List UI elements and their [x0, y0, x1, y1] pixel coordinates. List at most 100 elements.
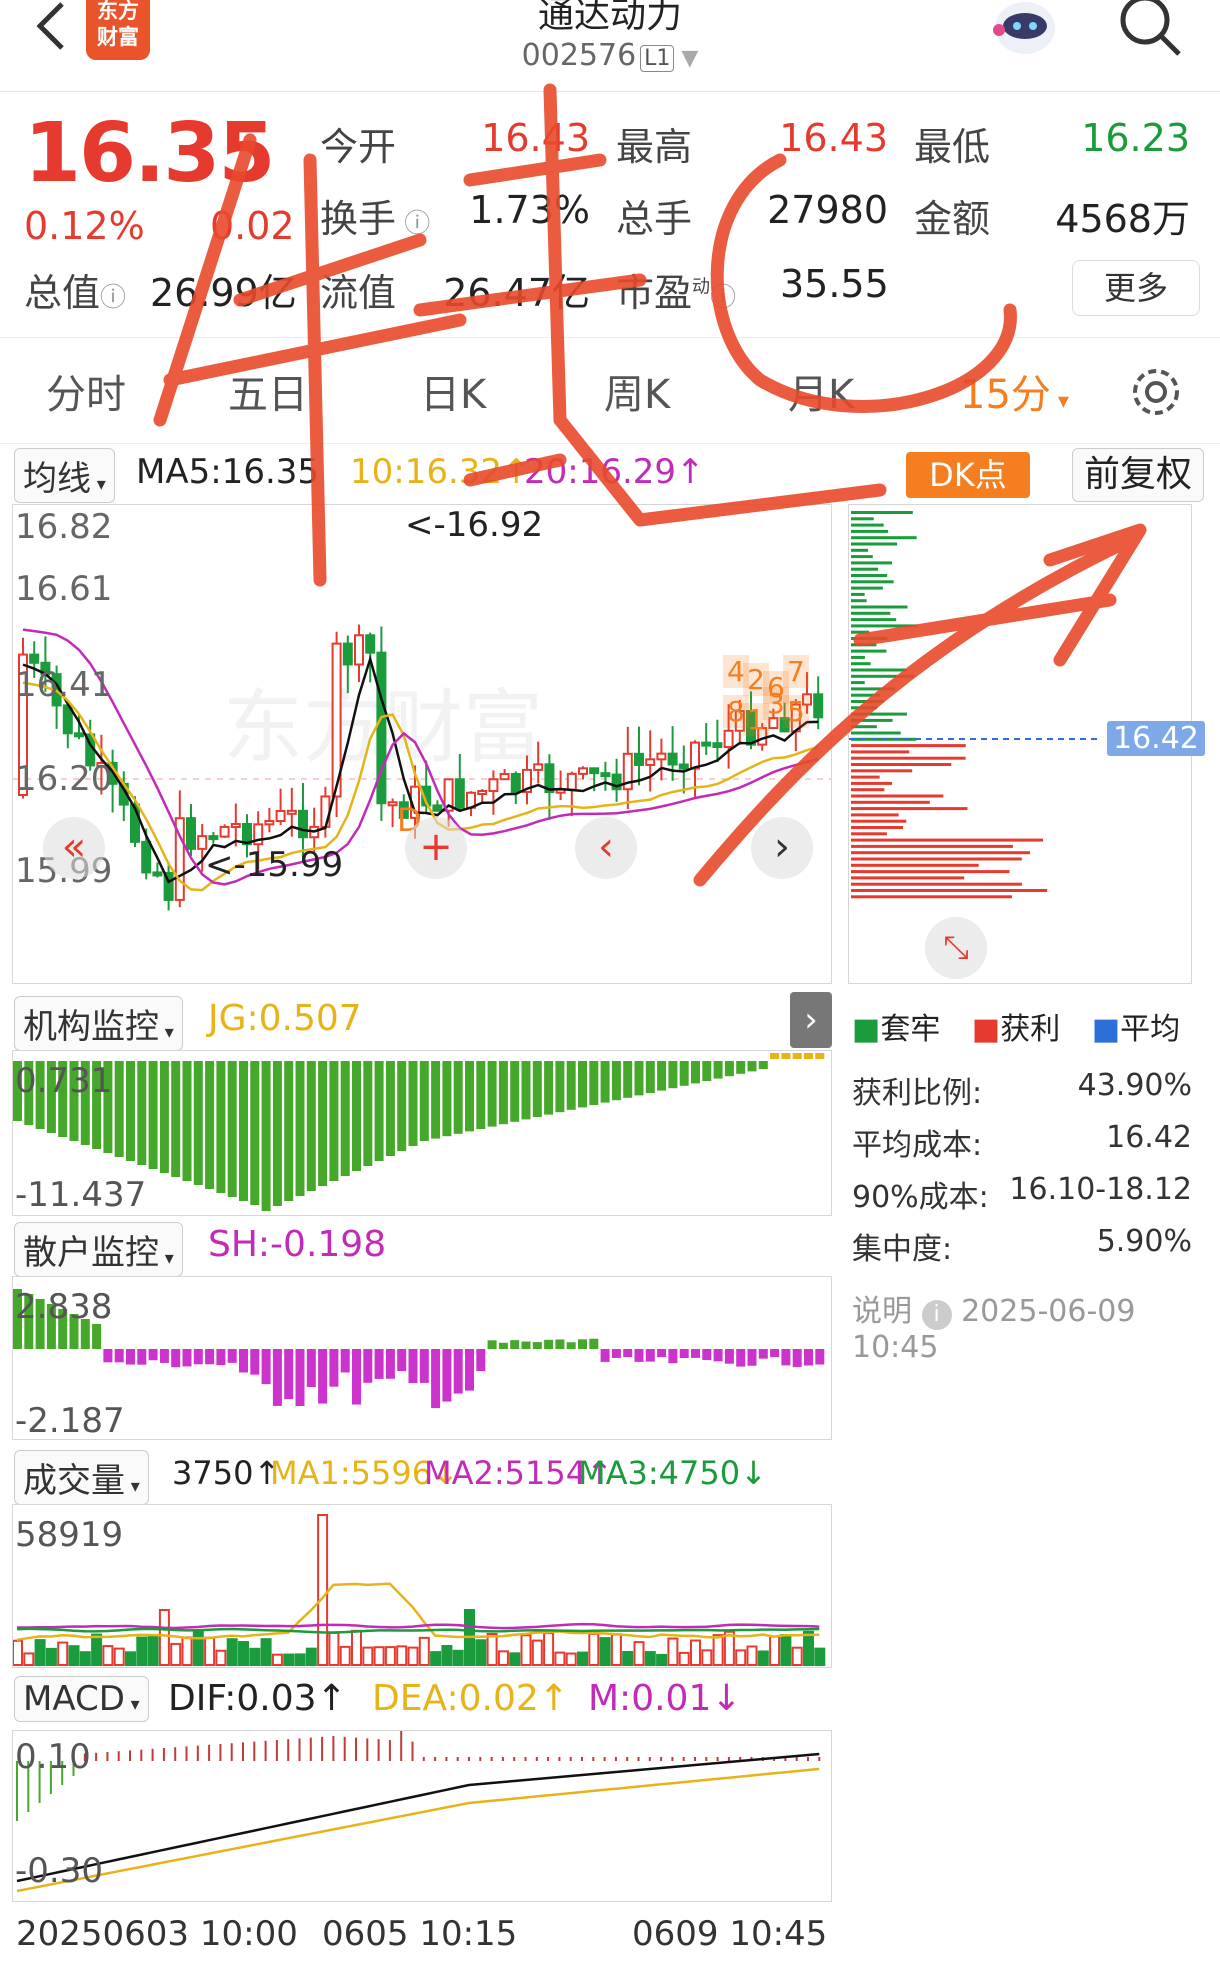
sh-bar: [408, 1349, 418, 1384]
high-label: 最高: [616, 125, 693, 169]
sh-bar: [103, 1349, 113, 1363]
sh-bar: [227, 1349, 237, 1363]
chip-bar: [851, 555, 873, 559]
sh-bar: [272, 1349, 282, 1406]
volume-bar: [12, 1639, 23, 1667]
sh-bar: [284, 1349, 294, 1400]
tab-intraday[interactable]: 分时: [46, 362, 126, 420]
legend-avg: ■平均: [1091, 1012, 1181, 1047]
chip-bar: [851, 561, 893, 565]
jg-selector[interactable]: 机构监控 ▾: [14, 996, 183, 1051]
jg-bar: [159, 1061, 169, 1173]
candle-body: [645, 758, 656, 766]
volume-bar: [339, 1645, 351, 1666]
next-icon[interactable]: ›: [751, 817, 813, 879]
candle-body: [354, 634, 364, 666]
more-button[interactable]: 更多: [1072, 260, 1200, 316]
candle-body: [74, 732, 84, 738]
jg-bar: [442, 1061, 452, 1137]
candle-body: [678, 763, 689, 770]
vol-svg: [12, 1514, 826, 1667]
candle-body: [499, 772, 510, 781]
volume-bar: [328, 1631, 340, 1666]
jg-axis-bottom: -11.437: [15, 1175, 147, 1215]
signal-marker: 7: [783, 655, 809, 688]
chip-bar: [851, 863, 979, 867]
tab-daily-k[interactable]: 日K: [420, 362, 486, 420]
volume-bar: [45, 1647, 57, 1666]
chip-bar: [851, 756, 966, 760]
jg-bar: [295, 1061, 305, 1196]
min-marker: <-15.99: [205, 845, 344, 885]
stat-90-cost: 90%成本: 16.10-18.12: [852, 1172, 1192, 1215]
expand-icon[interactable]: ⤡: [925, 917, 987, 979]
tab-weekly-k[interactable]: 周K: [604, 362, 670, 420]
sh-selector[interactable]: 散户监控 ▾: [14, 1222, 183, 1277]
macd-m: M:0.01↓: [588, 1678, 742, 1719]
sh-bar: [182, 1349, 192, 1367]
assistant-robot-icon[interactable]: [985, 0, 1065, 64]
change-amount: 0.02: [210, 204, 295, 248]
jg-bar: [566, 1061, 576, 1110]
info-icon: i: [921, 1300, 952, 1330]
search-icon[interactable]: [1115, 0, 1185, 60]
ma20-value: 20:16.29↑: [524, 452, 705, 492]
candle-body: [342, 642, 353, 666]
amount-value: 4568万: [1055, 197, 1190, 241]
chip-bar: [851, 605, 908, 609]
volume-bar: [644, 1651, 656, 1666]
sh-bar: [193, 1349, 203, 1365]
candle-body: [208, 835, 219, 841]
jg-bar: [792, 1053, 802, 1059]
sh-bar: [487, 1340, 497, 1349]
stat-avg-cost: 平均成本: 16.42: [852, 1120, 1192, 1163]
expand-right-icon[interactable]: ›: [790, 992, 832, 1048]
volume-bar: [57, 1641, 69, 1666]
chip-bar: [851, 668, 907, 672]
vol-selector[interactable]: 成交量 ▾: [14, 1450, 149, 1505]
candle-body: [387, 801, 398, 807]
info-icon[interactable]: ⓘ: [396, 209, 430, 239]
volume-bar: [23, 1652, 35, 1667]
tab-15min[interactable]: 15分 ▾: [960, 362, 1069, 420]
candle-body: [712, 742, 723, 749]
macd-axis-bottom: -0.30: [15, 1851, 103, 1891]
info-icon[interactable]: ⓘ: [710, 283, 736, 313]
adjust-button[interactable]: 前复权: [1072, 448, 1204, 502]
volume-bar: [204, 1636, 216, 1667]
candlestick-chart[interactable]: 东方财富 16.82 16.61 16.41 16.20 15.99 <-16.…: [12, 504, 832, 984]
sh-bar: [770, 1349, 780, 1358]
chip-bar: [851, 693, 880, 697]
mcap-value: 26.99亿: [150, 271, 297, 315]
zoom-in-icon[interactable]: +: [405, 817, 467, 879]
volume-bar: [430, 1651, 442, 1666]
ma-selector[interactable]: 均线 ▾: [14, 448, 115, 503]
settings-gear-icon[interactable]: [1128, 364, 1184, 420]
sh-bar: [815, 1349, 825, 1365]
volume-bar: [588, 1632, 600, 1666]
volume-bar: [554, 1651, 566, 1667]
volume-bar: [678, 1651, 690, 1667]
candle-body: [533, 763, 544, 771]
tab-five-day[interactable]: 五日: [228, 362, 308, 420]
prev-icon[interactable]: ‹: [575, 817, 637, 879]
chip-bar: [851, 529, 889, 533]
tab-monthly-k[interactable]: 月K: [788, 362, 854, 420]
sh-bar: [239, 1349, 248, 1373]
dk-button[interactable]: DK点: [906, 452, 1030, 498]
jg-bar: [205, 1061, 215, 1189]
chip-bar: [851, 542, 898, 546]
jg-bar: [193, 1061, 203, 1185]
jg-bar: [352, 1061, 361, 1171]
open-label: 今开: [320, 125, 397, 169]
volume-bar: [803, 1630, 814, 1667]
volume-bar: [317, 1514, 329, 1666]
jg-bar: [521, 1061, 531, 1120]
chip-note[interactable]: 说明 i 2025-06-09 10:45: [852, 1286, 1192, 1365]
volume-bar: [780, 1634, 792, 1667]
jg-bar: [781, 1053, 791, 1059]
volume-bar: [735, 1649, 747, 1666]
scroll-left-icon[interactable]: «: [43, 817, 105, 879]
macd-selector[interactable]: MACD ▾: [14, 1676, 149, 1722]
info-icon[interactable]: ⓘ: [100, 283, 126, 313]
